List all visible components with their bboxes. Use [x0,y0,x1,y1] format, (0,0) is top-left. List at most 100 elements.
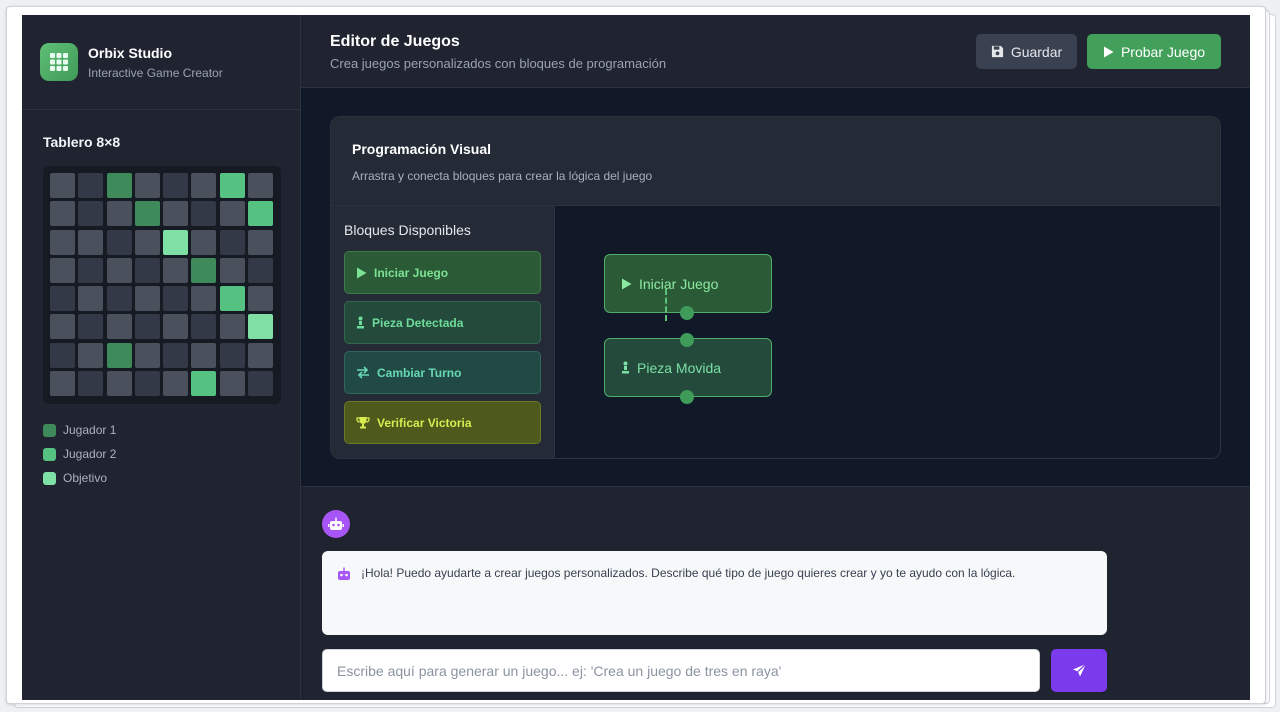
swap-arrows-icon [357,366,369,379]
board-cell[interactable] [248,286,274,312]
board-cell[interactable] [219,201,245,227]
play-icon [357,267,367,278]
board-cell[interactable] [134,229,160,255]
block-label: Pieza Movida [637,359,722,376]
output-connector-dot[interactable] [680,306,694,320]
board-cell[interactable] [78,342,104,368]
board-cell[interactable] [163,173,189,198]
board-cell[interactable] [50,371,75,397]
board-cell[interactable] [219,314,245,340]
page-title: Editor de Juegos [330,33,460,50]
board-cell[interactable] [106,257,132,283]
board-cell[interactable] [78,229,104,255]
board-cell[interactable] [191,342,217,368]
board-cell[interactable] [106,229,132,255]
board-cell[interactable] [248,201,274,227]
send-button[interactable] [1051,649,1107,692]
test-game-button[interactable]: Probar Juego [1087,34,1221,69]
board-cell[interactable] [50,257,75,283]
save-button[interactable]: Guardar [976,34,1077,69]
board-cell[interactable] [134,257,160,283]
board-cell[interactable] [78,173,104,198]
logic-canvas[interactable]: Iniciar Juego Pieza Movida [555,206,1220,458]
game-board[interactable] [43,166,281,404]
board-cell[interactable] [78,257,104,283]
board-cell[interactable] [191,229,217,255]
board-cell[interactable] [106,201,132,227]
palette-block-piece-detected[interactable]: Pieza Detectada [344,301,541,344]
bot-message: ¡Hola! Puedo ayudarte a crear juegos per… [322,551,1107,635]
board-cell[interactable] [163,257,189,283]
board-cell[interactable] [248,173,274,198]
game-prompt-input[interactable] [322,649,1040,692]
app-window: Orbix Studio Interactive Game Creator Ta… [22,15,1250,700]
board-cell[interactable] [50,314,75,340]
palette-block-change-turn[interactable]: Cambiar Turno [344,351,541,394]
save-label: Guardar [1010,43,1063,60]
palette-block-start-game[interactable]: Iniciar Juego [344,251,541,294]
input-connector-dot[interactable] [680,333,694,347]
board-cell[interactable] [134,201,160,227]
board-cell[interactable] [78,314,104,340]
board-cell[interactable] [50,286,75,312]
block-palette: Bloques Disponibles Iniciar Juego Pieza … [331,206,555,458]
board-cell[interactable] [78,201,104,227]
board-cell[interactable] [248,257,274,283]
legend-swatch [43,471,56,485]
board-cell[interactable] [219,286,245,312]
board-cell[interactable] [134,342,160,368]
board-cell[interactable] [78,286,104,312]
board-cell[interactable] [134,286,160,312]
board-cell[interactable] [219,257,245,283]
canvas-block-start-game[interactable]: Iniciar Juego [604,254,772,313]
legend-label: Jugador 2 [63,447,117,461]
chess-pawn-icon [622,361,629,374]
board-cell[interactable] [248,229,274,255]
board-legend: Jugador 1 Jugador 2 Objetivo [43,418,116,490]
board-title: Tablero 8×8 [43,134,121,150]
board-cell[interactable] [134,371,160,397]
brand: Orbix Studio Interactive Game Creator [22,15,300,110]
board-cell[interactable] [50,342,75,368]
board-cell[interactable] [163,286,189,312]
legend-swatch [43,447,56,461]
legend-swatch [43,423,56,437]
legend-item: Jugador 2 [43,442,116,466]
board-cell[interactable] [191,371,217,397]
board-cell[interactable] [50,201,75,227]
board-cell[interactable] [106,173,132,198]
board-cell[interactable] [78,371,104,397]
board-cell[interactable] [191,173,217,198]
board-cell[interactable] [191,286,217,312]
board-cell[interactable] [191,314,217,340]
board-cell[interactable] [106,286,132,312]
board-cell[interactable] [219,342,245,368]
board-cell[interactable] [106,342,132,368]
palette-block-check-victory[interactable]: Verificar Victoria [344,401,541,444]
board-cell[interactable] [50,229,75,255]
board-cell[interactable] [219,229,245,255]
board-cell[interactable] [50,173,75,198]
board-cell[interactable] [134,314,160,340]
block-label: Iniciar Juego [374,265,449,280]
board-cell[interactable] [163,371,189,397]
board-cell[interactable] [163,229,189,255]
output-connector-dot[interactable] [680,390,694,404]
board-cell[interactable] [191,201,217,227]
board-cell[interactable] [106,371,132,397]
board-cell[interactable] [134,173,160,198]
board-cell[interactable] [219,371,245,397]
board-cell[interactable] [248,342,274,368]
board-cell[interactable] [248,314,274,340]
board-cell[interactable] [219,173,245,198]
paper-plane-icon [1072,663,1086,677]
visual-editor: Programación Visual Arrastra y conecta b… [330,116,1221,459]
board-cell[interactable] [163,201,189,227]
legend-item: Objetivo [43,466,116,490]
floppy-disk-icon [991,45,1003,58]
board-cell[interactable] [163,342,189,368]
board-cell[interactable] [191,257,217,283]
board-cell[interactable] [248,371,274,397]
board-cell[interactable] [106,314,132,340]
board-cell[interactable] [163,314,189,340]
